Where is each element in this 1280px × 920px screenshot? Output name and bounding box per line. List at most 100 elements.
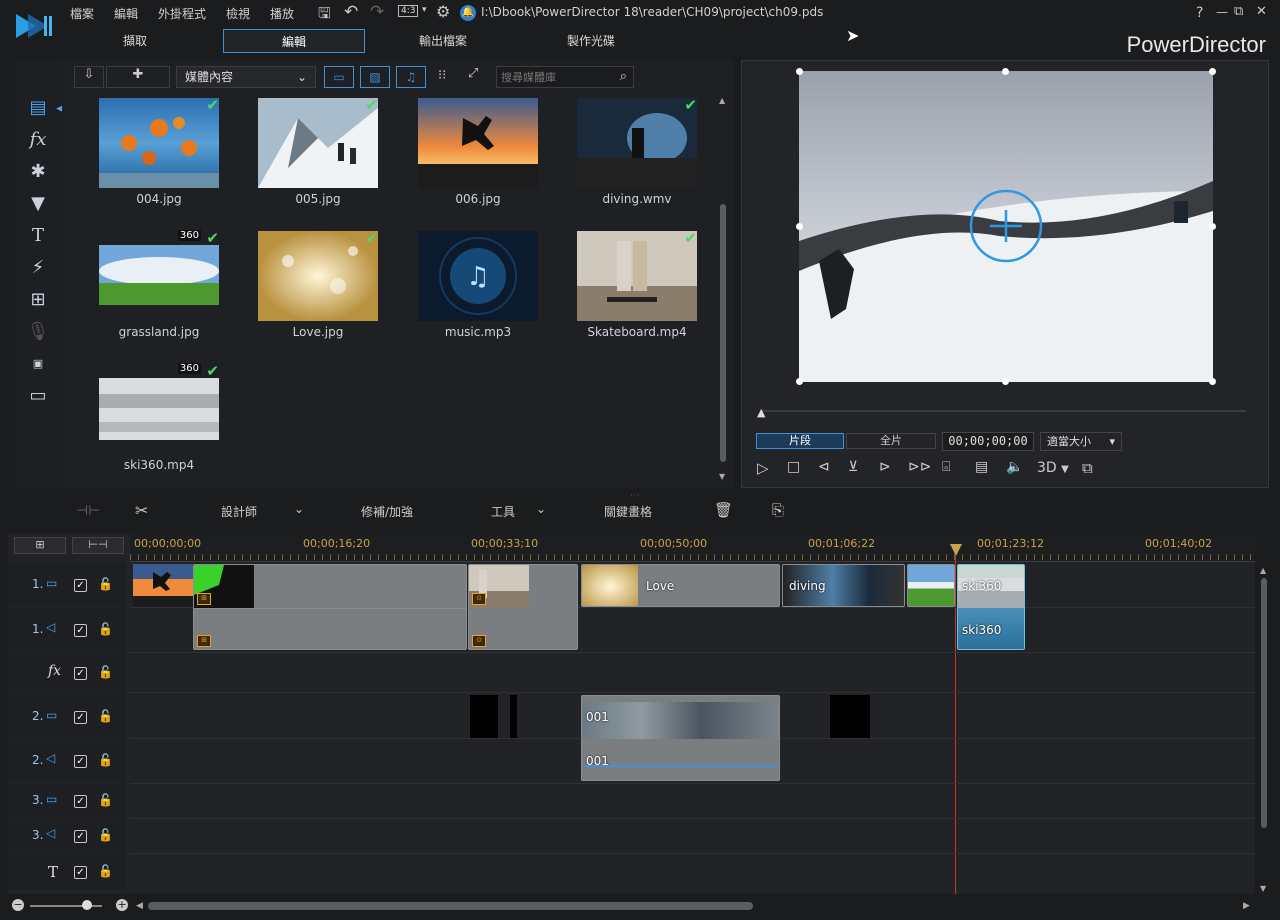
- media-item-grassland[interactable]: 360 ✔: [99, 229, 219, 321]
- chevron-down-icon[interactable]: ▾: [422, 5, 427, 15]
- media-item-love[interactable]: ✔: [258, 229, 378, 321]
- tab-capture[interactable]: 擷取: [64, 29, 206, 53]
- resize-handle[interactable]: [1002, 378, 1009, 385]
- redo-icon[interactable]: ↷: [370, 2, 384, 22]
- subtitle-room-icon[interactable]: ▭: [26, 384, 50, 408]
- split-clip-icon[interactable]: ⊣⊢: [76, 503, 100, 519]
- volume-icon[interactable]: 🔈: [1006, 459, 1023, 475]
- minimize-icon[interactable]: —: [1216, 5, 1228, 19]
- scroll-down-icon[interactable]: ▼: [1260, 884, 1266, 893]
- restore-icon[interactable]: ⧉: [1234, 4, 1243, 19]
- keyframe-button[interactable]: 關鍵畫格: [604, 503, 652, 520]
- filter-audio-icon[interactable]: ♫: [396, 66, 426, 88]
- voiceover-room-icon[interactable]: 🎙: [26, 320, 50, 344]
- play-icon[interactable]: ▷: [757, 459, 769, 477]
- resize-handle[interactable]: [1209, 223, 1216, 230]
- chevron-down-icon[interactable]: ⌄: [536, 502, 546, 516]
- audio-mixing-room-icon[interactable]: ⊞: [26, 288, 50, 312]
- menu-file[interactable]: 檔案: [70, 5, 94, 22]
- more-options-icon[interactable]: ⎘: [772, 501, 784, 519]
- scroll-thumb[interactable]: [1261, 578, 1267, 828]
- lock-icon[interactable]: 🔓: [98, 753, 113, 767]
- menu-edit[interactable]: 編輯: [114, 5, 138, 22]
- fullscreen-library-icon[interactable]: ⤢: [468, 66, 478, 81]
- resize-handle[interactable]: [796, 378, 803, 385]
- zoom-dropdown[interactable]: 適當大小 ▾: [1040, 432, 1122, 451]
- resize-handle[interactable]: [796, 68, 803, 75]
- volume-line[interactable]: [582, 765, 779, 767]
- timeline-clip-001[interactable]: 001 001: [581, 695, 780, 781]
- timeline-clip-diving[interactable]: diving: [782, 564, 905, 607]
- track-enable-checkbox[interactable]: ✓: [74, 711, 87, 724]
- media-room-icon[interactable]: ▤: [26, 96, 50, 120]
- stop-icon[interactable]: □: [787, 459, 800, 475]
- scrubber-handle-icon[interactable]: ▲: [757, 406, 765, 419]
- chevron-down-icon[interactable]: ⌄: [294, 502, 304, 516]
- media-item-music[interactable]: ♫: [418, 231, 538, 321]
- track-enable-checkbox[interactable]: ✓: [74, 755, 87, 768]
- track-enable-checkbox[interactable]: ✓: [74, 579, 87, 592]
- resize-handle[interactable]: [796, 223, 803, 230]
- timeline-clip-ski360[interactable]: ski360 ski360: [957, 564, 1025, 650]
- track-enable-checkbox[interactable]: ✓: [74, 795, 87, 808]
- track-enable-checkbox[interactable]: ✓: [74, 866, 87, 879]
- timeline-vscrollbar[interactable]: ▲ ▼: [1258, 566, 1270, 896]
- timeline-clip-black[interactable]: [830, 695, 870, 738]
- pip-room-icon[interactable]: ✱: [26, 160, 50, 184]
- filter-video-icon[interactable]: ▭: [324, 66, 354, 88]
- lock-icon[interactable]: 🔓: [98, 828, 113, 842]
- transition-room-icon[interactable]: ⚡: [26, 256, 50, 280]
- save-icon[interactable]: 🖫: [318, 3, 331, 28]
- timeline-clip-black[interactable]: [470, 695, 498, 738]
- menu-plugins[interactable]: 外掛程式: [158, 5, 206, 22]
- preview-viewport[interactable]: [799, 71, 1213, 382]
- media-item-ski360[interactable]: 360 ✔: [99, 362, 219, 454]
- zoom-out-icon[interactable]: −: [12, 899, 24, 911]
- resize-handle[interactable]: [1209, 378, 1216, 385]
- scroll-down-icon[interactable]: ▼: [719, 472, 725, 481]
- movie-mode-button[interactable]: 全片: [846, 433, 936, 449]
- import-media-icon[interactable]: ⇩: [74, 66, 104, 88]
- lock-icon[interactable]: 🔓: [98, 793, 113, 807]
- media-item-skateboard[interactable]: ✔: [577, 229, 697, 321]
- view-grid-icon[interactable]: ⁝⁝: [438, 68, 446, 83]
- zoom-in-icon[interactable]: +: [116, 899, 128, 911]
- 3d-mode-button[interactable]: 3D ▼: [1037, 460, 1069, 476]
- help-icon[interactable]: ?: [1196, 5, 1203, 21]
- lock-icon[interactable]: 🔓: [98, 864, 113, 878]
- designer-button[interactable]: 設計師: [221, 503, 257, 520]
- undock-preview-icon[interactable]: ⧉: [1082, 459, 1093, 477]
- menu-view[interactable]: 檢視: [226, 5, 250, 22]
- plugin-puzzle-icon[interactable]: ✚: [106, 66, 170, 88]
- timeline-clip-grassland[interactable]: [907, 564, 955, 607]
- track-enable-checkbox[interactable]: ✓: [74, 830, 87, 843]
- track-enable-checkbox[interactable]: ✓: [74, 667, 87, 680]
- undo-icon[interactable]: ↶: [344, 2, 358, 22]
- next-frame-icon[interactable]: ⊳: [879, 459, 891, 475]
- timeline-clip-skateboard[interactable]: ⊞ ⊞: [193, 564, 467, 650]
- timeline-clip-black[interactable]: [510, 695, 517, 738]
- scroll-left-icon[interactable]: ◀: [136, 901, 143, 911]
- media-item-005[interactable]: ✔: [258, 96, 378, 188]
- lock-icon[interactable]: 🔓: [98, 665, 113, 679]
- tab-disc[interactable]: 製作光碟: [520, 29, 662, 53]
- menu-play[interactable]: 播放: [270, 5, 294, 22]
- split-frame-icon[interactable]: ⊻: [848, 459, 858, 475]
- fast-forward-icon[interactable]: ⊳⊳: [908, 459, 931, 475]
- media-item-diving[interactable]: ✔: [577, 96, 697, 188]
- timeline-hscroll-thumb[interactable]: [148, 902, 753, 910]
- tab-edit[interactable]: 編輯: [223, 29, 365, 53]
- search-input[interactable]: [497, 67, 607, 87]
- scroll-thumb[interactable]: [720, 204, 726, 462]
- particle-room-icon[interactable]: ▼: [26, 192, 50, 216]
- trash-icon[interactable]: 🗑: [714, 501, 733, 519]
- lock-icon[interactable]: 🔓: [98, 622, 113, 636]
- timeline-clip-skateboard-2[interactable]: ⊙ ⊙: [468, 564, 578, 650]
- track-enable-checkbox[interactable]: ✓: [74, 624, 87, 637]
- tab-produce[interactable]: 輸出檔案: [372, 29, 514, 53]
- gear-icon[interactable]: ⚙: [436, 2, 450, 21]
- title-room-icon[interactable]: T: [26, 224, 50, 248]
- previous-frame-icon[interactable]: ⊲: [818, 459, 830, 475]
- close-icon[interactable]: ✕: [1256, 4, 1267, 19]
- lock-icon[interactable]: 🔓: [98, 709, 113, 723]
